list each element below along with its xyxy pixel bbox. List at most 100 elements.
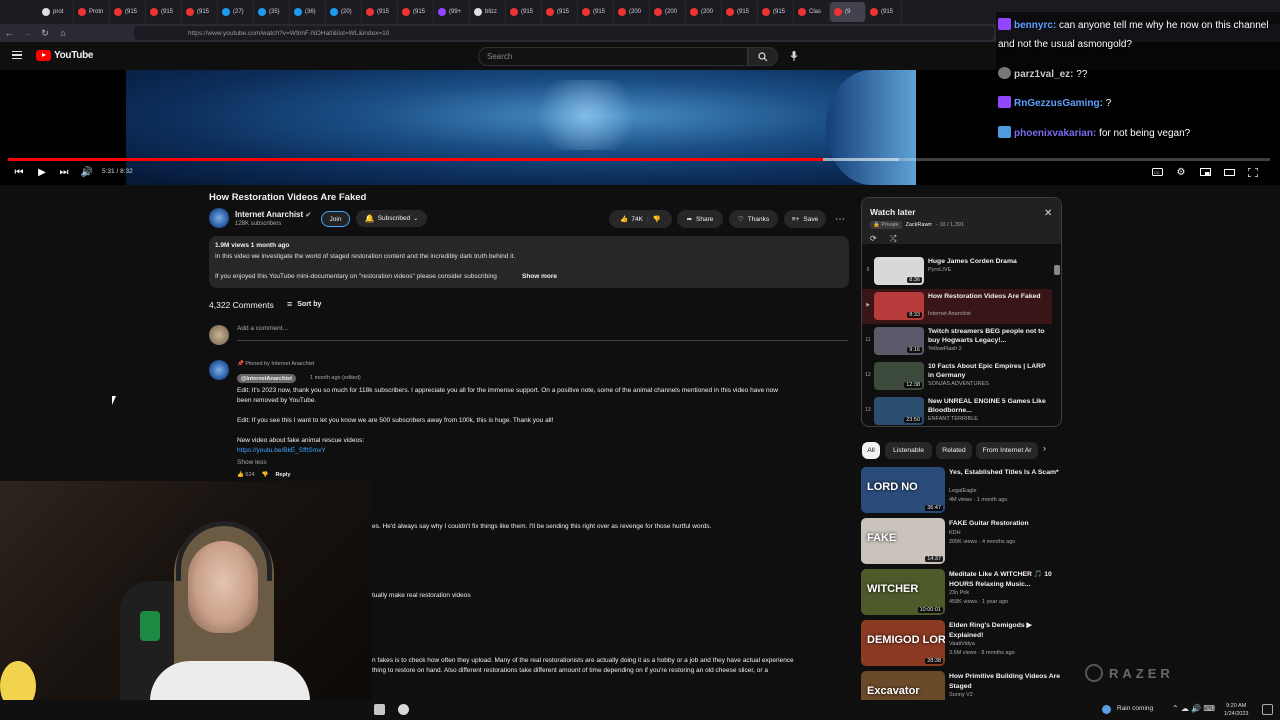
chat-username[interactable]: phoenixvakarian: [1014, 128, 1096, 139]
volume-icon[interactable]: 🔊 [81, 165, 93, 179]
close-icon[interactable]: ✕ [1044, 208, 1052, 219]
browser-tab[interactable]: Clas [794, 2, 830, 22]
recommendation-item[interactable]: FAKE 14:37 FAKE Guitar Restoration KDH 205K … [861, 518, 1061, 566]
browser-tab[interactable]: (9 [830, 2, 866, 22]
fullscreen-icon[interactable] [1246, 165, 1260, 179]
weather-text[interactable]: Rain coming [1117, 705, 1153, 712]
like-button[interactable]: 👍 74K [620, 215, 643, 224]
loop-icon[interactable]: ⟳ [870, 234, 877, 243]
shuffle-icon[interactable]: ⤮ [890, 234, 896, 244]
back-icon[interactable]: ← [0, 24, 18, 42]
comment-time[interactable]: 1 month ago (edited) [310, 375, 361, 381]
home-icon[interactable]: ⌂ [54, 24, 72, 42]
hamburger-menu-icon[interactable] [12, 51, 22, 59]
browser-tab[interactable]: (915 [146, 2, 182, 22]
browser-tab[interactable]: (915 [578, 2, 614, 22]
recommendation-title: Meditate Like A WITCHER 🎵 10 HOURS Relax… [949, 571, 1052, 588]
browser-tab[interactable]: (27) [218, 2, 254, 22]
playlist-owner[interactable]: ZackRawrr [906, 222, 933, 228]
browser-tab[interactable]: prot [38, 2, 74, 22]
previous-icon[interactable]: ⏮ [13, 165, 25, 179]
comment-link[interactable]: https://youtu.be/BkE_SfftSmxY [237, 447, 326, 454]
description-box[interactable]: 1.9M views 1 month ago In this video we … [209, 236, 849, 288]
show-more-button[interactable]: Show more [522, 273, 557, 280]
chevron-right-icon[interactable]: › [1043, 443, 1046, 453]
add-comment-input[interactable]: Add a comment... [237, 325, 848, 341]
playlist-item[interactable]: 12 12:38 10 Facts About Epic Empires | LAR… [862, 359, 1052, 394]
play-icon[interactable]: ▶ [36, 165, 48, 179]
comment-like-button[interactable]: 👍 624 [237, 472, 255, 478]
playlist-title[interactable]: Watch later [870, 207, 916, 217]
forward-icon[interactable]: → [18, 24, 36, 42]
chat-username[interactable]: parz1val_ez: [1014, 69, 1073, 80]
reload-icon[interactable]: ↻ [36, 24, 54, 42]
notification-icon[interactable] [1262, 704, 1273, 715]
more-actions-icon[interactable]: ⋯ [832, 210, 848, 228]
search-input[interactable]: Search [478, 47, 748, 66]
browser-tab[interactable]: (915 [398, 2, 434, 22]
playlist-scrollbar[interactable] [1054, 265, 1060, 275]
next-icon[interactable]: ⏭ [58, 165, 70, 179]
privacy-badge: 🔒 Private [870, 221, 902, 229]
search-button[interactable] [748, 47, 778, 66]
browser-tab[interactable]: (35) [254, 2, 290, 22]
browser-tab[interactable]: (915 [722, 2, 758, 22]
playlist-item[interactable]: ▶ 8:33 How Restoration Videos Are Faked Int… [862, 289, 1052, 324]
recommendation-item[interactable]: LORD NO 36:47 Yes, Established Titles Is A… [861, 467, 1061, 515]
thanks-button[interactable]: ♡ Thanks [729, 210, 778, 228]
browser-tab[interactable]: (915 [110, 2, 146, 22]
browser-tab[interactable]: (200 [614, 2, 650, 22]
browser-tab[interactable]: (915 [182, 2, 218, 22]
chip-related[interactable]: Related [936, 442, 972, 459]
tray-icons[interactable]: ⌃ ☁ 🔊 ⌨ [1172, 704, 1215, 713]
browser-tab[interactable]: (20) [326, 2, 362, 22]
recommendation-item[interactable]: WITCHER 10:00:01 Meditate Like A WITCHER 🎵… [861, 569, 1061, 617]
theater-mode-icon[interactable] [1222, 165, 1236, 179]
browser-tab[interactable]: (915 [542, 2, 578, 22]
chip-from-channel[interactable]: From Internet Ar [976, 442, 1038, 459]
sort-by-button[interactable]: ≡ Sort by [287, 299, 321, 309]
browser-tab[interactable]: blizz [470, 2, 506, 22]
browser-tab[interactable]: (99+ [434, 2, 470, 22]
comment-avatar[interactable] [209, 360, 229, 380]
chat-username[interactable]: RnGezzusGaming: [1014, 98, 1103, 109]
save-button[interactable]: ≡+ Save [784, 210, 826, 228]
playlist-item[interactable]: 11 9:16 Twitch streamers BEG people not to… [862, 324, 1052, 359]
youtube-icon [834, 8, 842, 16]
user-avatar [209, 325, 229, 345]
miniplayer-icon[interactable] [1198, 165, 1212, 179]
recommendation-item[interactable]: DEMIGOD LORE 28:38 Elden Ring's Demigods ▶… [861, 620, 1061, 668]
dislike-button[interactable]: 👎 [653, 215, 661, 223]
browser-tab[interactable]: (200 [686, 2, 722, 22]
browser-tab[interactable]: (915 [866, 2, 902, 22]
playlist-item[interactable]: 13 23:50 New UNREAL ENGINE 5 Games Like Bl… [862, 394, 1052, 426]
browser-tab[interactable]: (915 [506, 2, 542, 22]
browser-tab[interactable]: (915 [362, 2, 398, 22]
share-button[interactable]: ➦ Share [677, 210, 723, 228]
chip-listenable[interactable]: Listenable [885, 442, 932, 459]
url-field[interactable]: https://www.youtube.com/watch?v=W9mF-NOH… [134, 26, 994, 40]
reply-button[interactable]: Reply [275, 472, 290, 478]
taskbar-clock[interactable]: 9:20 AM 1/24/2023 [1224, 702, 1248, 718]
channel-avatar[interactable] [209, 208, 229, 228]
taskbar-app-icon[interactable] [398, 704, 409, 715]
taskbar-app-icon[interactable] [374, 704, 385, 715]
browser-tab[interactable]: (915 [758, 2, 794, 22]
subscribed-button[interactable]: 🔔 Subscribed ⌄ [356, 210, 427, 227]
show-less-button[interactable]: Show less [237, 459, 267, 466]
browser-tab[interactable]: (200 [650, 2, 686, 22]
voice-search-button[interactable] [786, 48, 802, 64]
chat-username[interactable]: bennyrc: [1014, 20, 1056, 31]
captions-icon[interactable]: CC [1150, 165, 1164, 179]
settings-gear-icon[interactable]: ⚙ [1174, 165, 1188, 179]
youtube-logo[interactable]: YouTube [36, 50, 94, 61]
channel-name[interactable]: Internet Anarchist ✔ [235, 210, 311, 219]
chip-all[interactable]: All [862, 442, 880, 459]
comment-author[interactable]: @InternetAnarchist [237, 374, 296, 383]
join-button[interactable]: Join [321, 211, 350, 227]
playlist-item[interactable]: 9 8:36 Huge James Corden Drama PyroLIVE [862, 254, 1052, 289]
comment-dislike-button[interactable]: 👎 [262, 472, 269, 478]
browser-tab[interactable]: (36) [290, 2, 326, 22]
progress-bar[interactable] [8, 158, 1270, 161]
browser-tab[interactable]: Protn [74, 2, 110, 22]
